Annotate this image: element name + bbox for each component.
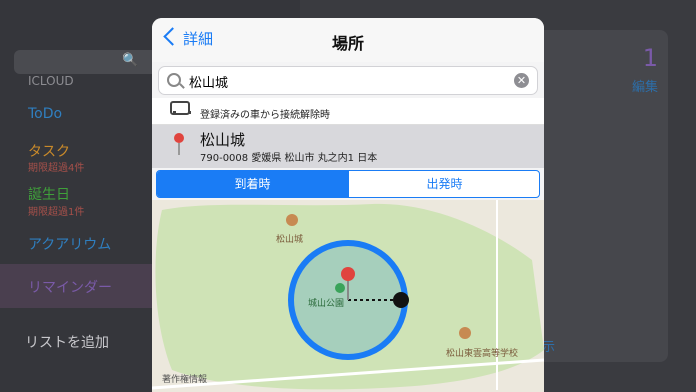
bg-search-field: 🔍 — [14, 50, 164, 74]
castle-label: 松山城 — [276, 235, 304, 245]
search-results: 登録済みの車から接続解除時 松山城 790-0008 愛媛県 松山市 丸之内1 … — [152, 98, 544, 168]
list-aquarium: アクアリウム — [28, 237, 112, 253]
list-todo: ToDo — [28, 106, 63, 122]
car-icon — [170, 101, 191, 115]
search-icon: 🔍 — [122, 53, 139, 68]
list-birthdays: 誕生日 — [28, 187, 70, 203]
place-name: 松山城 — [200, 131, 246, 149]
map-credit-link[interactable]: 著作権情報 — [162, 372, 207, 385]
castle-poi-icon — [286, 214, 298, 226]
reminder-count: 1 — [642, 44, 658, 72]
car-disconnect-label: 登録済みの車から接続解除時 — [200, 110, 330, 121]
place-address: 790-0008 愛媛県 松山市 丸之内1 日本 — [200, 153, 378, 164]
reminder-detail-panel: 1 編集 示 — [536, 30, 668, 362]
list-reminders: リマインダー — [28, 280, 112, 296]
list-tasks-overdue: 期限超過4件 — [28, 163, 85, 174]
map-view[interactable]: 松山城 城山公園 松山東雲高等学校 著作権情報 — [152, 200, 544, 392]
segment-depart[interactable]: 出発時 — [348, 171, 539, 197]
school-label: 松山東雲高等学校 — [446, 349, 519, 359]
nav-bar: 詳細 場所 — [152, 18, 544, 62]
location-popover: 詳細 場所 ✕ 登録済みの車から接続解除時 松山城 790-0008 愛媛県 松… — [152, 18, 544, 392]
map-canvas — [152, 200, 544, 392]
add-list-button: リストを追加 — [25, 335, 109, 351]
edit-button: 編集 — [631, 80, 658, 95]
park-label: 城山公園 — [308, 299, 345, 309]
map-pin-icon[interactable] — [341, 267, 355, 281]
park-poi-icon — [335, 283, 345, 293]
search-input[interactable] — [187, 70, 511, 92]
map-pin-icon — [174, 133, 184, 155]
location-search-field[interactable]: ✕ — [158, 66, 538, 95]
result-car-disconnect[interactable]: 登録済みの車から接続解除時 — [152, 98, 544, 125]
radius-drag-handle[interactable] — [393, 292, 409, 308]
segment-arrive[interactable]: 到着時 — [157, 171, 348, 197]
arrive-depart-segmented-control: 到着時 出発時 — [156, 170, 540, 198]
list-birthdays-overdue: 期限超過1件 — [28, 207, 85, 218]
icloud-section-header: ICLOUD — [28, 74, 74, 88]
school-poi-icon — [459, 327, 471, 339]
page-title: 場所 — [331, 34, 364, 53]
list-tasks: タスク — [28, 144, 70, 160]
result-place[interactable]: 松山城 790-0008 愛媛県 松山市 丸之内1 日本 — [152, 125, 544, 168]
clear-icon[interactable]: ✕ — [514, 73, 529, 88]
search-icon — [167, 73, 181, 87]
